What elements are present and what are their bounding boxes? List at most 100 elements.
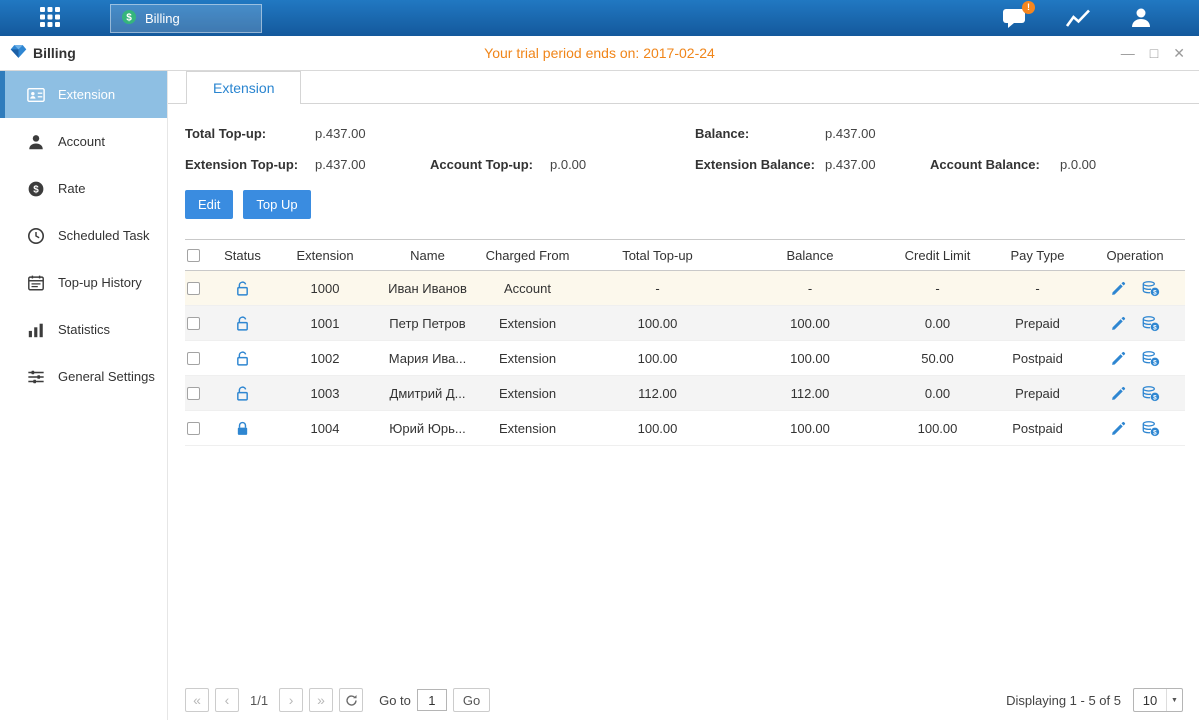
page-size-select[interactable]: 10 ▼: [1133, 688, 1183, 712]
edit-icon[interactable]: [1110, 350, 1127, 367]
rate-icon: $: [27, 180, 45, 198]
goto-label: Go to: [379, 693, 411, 708]
sidebar-item-extension[interactable]: Extension: [0, 71, 167, 118]
sidebar-item-label: Rate: [58, 181, 85, 196]
table-header-row: Status Extension Name Charged From Total…: [185, 239, 1185, 271]
sidebar: Extension Account $ Rate Scheduled Task …: [0, 71, 168, 720]
extension-cell: 1004: [270, 421, 380, 436]
balance-cell: 100.00: [735, 316, 885, 331]
next-page-icon: ›: [289, 692, 294, 708]
account-balance-label: Account Balance:: [930, 157, 1060, 172]
extension-topup-value: p.437.00: [315, 157, 366, 172]
row-checkbox[interactable]: [187, 422, 200, 435]
edit-icon[interactable]: [1110, 280, 1127, 297]
select-all-checkbox[interactable]: [187, 249, 200, 262]
row-checkbox[interactable]: [187, 317, 200, 330]
sidebar-item-general-settings[interactable]: General Settings: [0, 353, 167, 400]
status-lock-icon: [234, 314, 251, 329]
topup-icon[interactable]: $: [1141, 420, 1160, 437]
sliders-icon: [27, 368, 45, 386]
extensions-table: Status Extension Name Charged From Total…: [185, 239, 1185, 446]
calendar-icon: [27, 274, 45, 292]
table-row[interactable]: 1001 Петр Петров Extension 100.00 100.00…: [185, 306, 1185, 341]
sidebar-item-rate[interactable]: $ Rate: [0, 165, 167, 212]
total-topup-cell: 112.00: [580, 386, 735, 401]
top-up-button[interactable]: Top Up: [243, 190, 310, 219]
topup-icon[interactable]: $: [1141, 280, 1160, 297]
extension-cell: 1001: [270, 316, 380, 331]
svg-text:$: $: [1153, 289, 1157, 296]
first-page-icon: «: [193, 692, 201, 708]
apps-grid-icon: [36, 5, 64, 32]
apps-grid-button[interactable]: [18, 5, 82, 32]
account-topup-value: p.0.00: [550, 157, 586, 172]
extension-cell: 1002: [270, 351, 380, 366]
svg-text:$: $: [126, 12, 132, 23]
status-lock-icon: [234, 419, 251, 434]
table-row[interactable]: 1002 Мария Ива... Extension 100.00 100.0…: [185, 341, 1185, 376]
displaying-text: Displaying 1 - 5 of 5: [1006, 693, 1121, 708]
table-row[interactable]: 1000 Иван Иванов Account - - - - $: [185, 271, 1185, 306]
sidebar-item-scheduled-task[interactable]: Scheduled Task: [0, 212, 167, 259]
billing-app-tab[interactable]: $ Billing: [110, 4, 262, 33]
sidebar-item-topup-history[interactable]: Top-up History: [0, 259, 167, 306]
balance-value: p.437.00: [825, 126, 876, 141]
name-cell: Юрий Юрь...: [380, 421, 475, 436]
pay-type-cell: Prepaid: [990, 386, 1085, 401]
refresh-button[interactable]: [339, 688, 363, 712]
row-checkbox[interactable]: [187, 387, 200, 400]
sidebar-item-label: Extension: [58, 87, 115, 102]
header-credit-limit: Credit Limit: [885, 248, 990, 263]
extension-balance-label: Extension Balance:: [695, 157, 825, 172]
header-operation: Operation: [1085, 248, 1185, 263]
status-lock-icon: [234, 349, 251, 364]
sidebar-item-account[interactable]: Account: [0, 118, 167, 165]
extension-topup-label: Extension Top-up:: [185, 157, 315, 172]
goto-page-input[interactable]: [417, 689, 447, 711]
total-topup-cell: 100.00: [580, 351, 735, 366]
prev-page-icon: ‹: [225, 692, 230, 708]
page-size-value: 10: [1134, 693, 1166, 708]
topup-icon[interactable]: $: [1141, 350, 1160, 367]
row-checkbox[interactable]: [187, 282, 200, 295]
go-button[interactable]: Go: [453, 688, 490, 712]
svg-text:$: $: [1153, 429, 1157, 436]
topup-icon[interactable]: $: [1141, 385, 1160, 402]
first-page-button[interactable]: «: [185, 688, 209, 712]
header-status: Status: [215, 248, 270, 263]
header-extension: Extension: [270, 248, 380, 263]
edit-icon[interactable]: [1110, 385, 1127, 402]
name-cell: Иван Иванов: [380, 281, 475, 296]
prev-page-button[interactable]: ‹: [215, 688, 239, 712]
balance-summary: Total Top-up: p.437.00 Balance: p.437.00…: [185, 118, 1185, 180]
credit-limit-cell: 0.00: [885, 316, 990, 331]
next-page-button[interactable]: ›: [279, 688, 303, 712]
charged-from-cell: Extension: [475, 316, 580, 331]
extension-cell: 1003: [270, 386, 380, 401]
table-row[interactable]: 1004 Юрий Юрь... Extension 100.00 100.00…: [185, 411, 1185, 446]
tab-extension[interactable]: Extension: [186, 71, 301, 104]
messages-button[interactable]: !: [1002, 7, 1027, 29]
close-icon[interactable]: ✕: [1173, 46, 1185, 60]
edit-icon[interactable]: [1110, 315, 1127, 332]
table-row[interactable]: 1003 Дмитрий Д... Extension 112.00 112.0…: [185, 376, 1185, 411]
sidebar-item-statistics[interactable]: Statistics: [0, 306, 167, 353]
header-pay-type: Pay Type: [990, 248, 1085, 263]
topup-icon[interactable]: $: [1141, 315, 1160, 332]
extension-balance-value: p.437.00: [825, 157, 876, 172]
row-checkbox[interactable]: [187, 352, 200, 365]
billing-app-tab-label: Billing: [145, 11, 180, 26]
user-account-button[interactable]: [1129, 6, 1153, 30]
tabstrip: Extension: [168, 71, 1199, 104]
svg-text:$: $: [1153, 394, 1157, 401]
header-name: Name: [380, 248, 475, 263]
minimize-icon[interactable]: —: [1121, 46, 1135, 60]
edit-button[interactable]: Edit: [185, 190, 233, 219]
statistics-topbar-button[interactable]: [1065, 7, 1091, 29]
billing-dollar-icon: $: [121, 9, 137, 28]
last-page-button[interactable]: »: [309, 688, 333, 712]
header-charged-from: Charged From: [475, 248, 580, 263]
account-icon: [27, 133, 45, 151]
edit-icon[interactable]: [1110, 420, 1127, 437]
maximize-icon[interactable]: □: [1150, 46, 1158, 60]
